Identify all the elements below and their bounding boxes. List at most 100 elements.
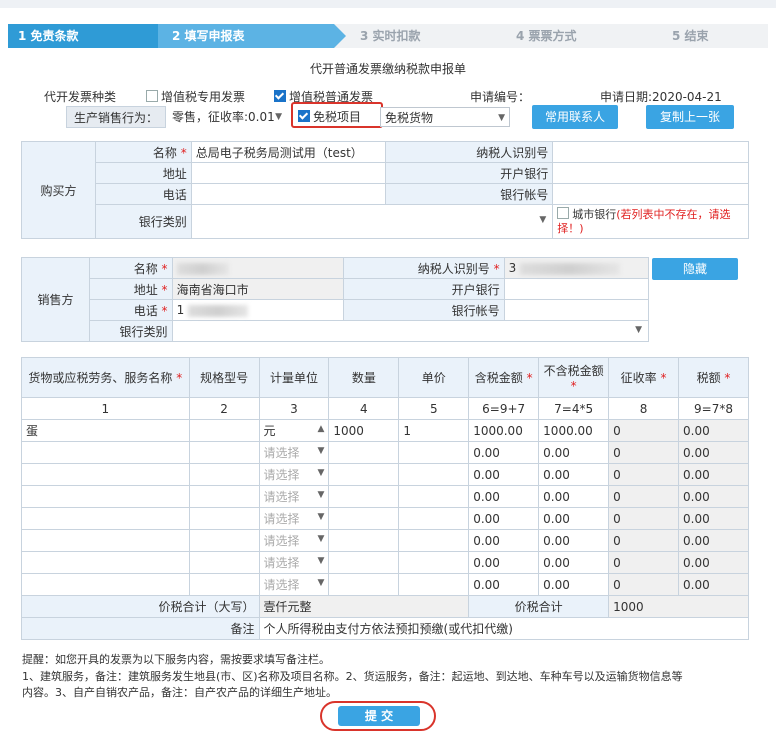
item-excl-field[interactable]: 0.00 [538, 463, 610, 486]
item-incl-field[interactable]: 1000.00 [468, 419, 540, 442]
item-unit-select[interactable]: 请选择 ▼ [258, 441, 330, 464]
seller-taxid-label: 纳税人识别号 * [342, 257, 505, 279]
item-incl-field[interactable]: 0.00 [468, 529, 540, 552]
item-price-field[interactable] [398, 441, 470, 464]
item-excl-field[interactable]: 0.00 [538, 441, 610, 464]
item-price-field[interactable] [398, 507, 470, 530]
item-incl-field[interactable]: 0.00 [468, 441, 540, 464]
note-line: 1、建筑服务，备注：建筑服务发生地县(市、区)名称及项目名称。2、货运服务，备注… [22, 670, 683, 683]
seller-name-label: 名称 * [89, 257, 173, 279]
seller-bank-type-select[interactable]: ▼ [171, 320, 650, 342]
table-row: 请选择 ▼ 0.00 0.00 0 0.00 [21, 551, 749, 574]
seller-account-field[interactable] [503, 299, 650, 321]
item-excl-field[interactable]: 0.00 [538, 551, 610, 574]
item-unit-select[interactable]: 请选择 ▼ [258, 529, 330, 552]
apply-number-label: 申请编号： [470, 90, 531, 104]
step-3-label: 3 实时扣款 [360, 29, 421, 43]
buyer-account-label: 银行帐号 [384, 183, 554, 205]
chevron-up-icon: ▲ [317, 424, 325, 434]
seller-phone-field[interactable]: 1 [171, 299, 344, 321]
item-qty-field[interactable] [328, 573, 400, 596]
common-contacts-button[interactable]: 常用联系人 [532, 105, 618, 129]
item-spec-field[interactable] [188, 507, 260, 530]
item-unit-select[interactable]: 请选择 ▼ [258, 485, 330, 508]
col-header-unit: 计量单位 [258, 357, 330, 398]
buyer-bank-field[interactable] [552, 162, 749, 184]
index-cell: 6=9+7 [468, 397, 540, 420]
item-incl-field[interactable]: 0.00 [468, 507, 540, 530]
item-qty-field[interactable] [328, 507, 400, 530]
item-incl-field[interactable]: 0.00 [468, 551, 540, 574]
buyer-bank-type-select[interactable]: ▼ [190, 204, 554, 239]
item-spec-field[interactable] [188, 529, 260, 552]
item-spec-field[interactable] [188, 573, 260, 596]
item-qty-field[interactable] [328, 529, 400, 552]
city-bank-checkbox[interactable] [557, 207, 570, 219]
sale-behavior-select[interactable]: 零售，征收率:0.01 ▼ [168, 107, 286, 127]
item-price-field[interactable] [398, 573, 470, 596]
buyer-phone-label: 电话 [94, 183, 192, 205]
chevron-down-icon: ▼ [317, 578, 325, 588]
chevron-down-icon: ▼ [539, 215, 547, 225]
item-unit-select[interactable]: 请选择 ▼ [258, 573, 330, 596]
item-excl-field[interactable]: 0.00 [538, 529, 610, 552]
special-invoice-label: 增值税专用发票 [161, 90, 246, 104]
chevron-down-icon: ▼ [317, 534, 325, 544]
item-qty-field[interactable] [328, 463, 400, 486]
item-qty-field[interactable] [328, 551, 400, 574]
item-excl-field[interactable]: 0.00 [538, 485, 610, 508]
item-unit-select[interactable]: 请选择 ▼ [258, 463, 330, 486]
item-incl-field[interactable]: 0.00 [468, 573, 540, 596]
item-excl-field[interactable]: 1000.00 [538, 419, 610, 442]
seller-bank-field[interactable] [503, 278, 650, 300]
item-price-field[interactable]: 1 [398, 419, 470, 442]
normal-invoice-checkbox[interactable] [274, 90, 286, 102]
item-qty-field[interactable] [328, 485, 400, 508]
item-unit-select[interactable]: 元 ▲ [258, 419, 330, 442]
item-price-field[interactable] [398, 551, 470, 574]
seller-name-field [171, 257, 344, 279]
col-header-rate: 征收率 * [608, 357, 680, 398]
exempt-type-select[interactable]: 免税货物 ▼ [380, 107, 510, 127]
buyer-address-field[interactable] [190, 162, 386, 184]
item-price-field[interactable] [398, 463, 470, 486]
city-bank-option[interactable]: 城市银行(若列表中不存在，请选择！) [552, 204, 749, 239]
item-name-field[interactable] [21, 441, 190, 464]
special-invoice-option[interactable]: 增值税专用发票 [146, 88, 245, 105]
item-unit-select[interactable]: 请选择 ▼ [258, 507, 330, 530]
item-name-field[interactable] [21, 507, 190, 530]
item-name-field[interactable] [21, 463, 190, 486]
item-name-field[interactable] [21, 485, 190, 508]
chevron-down-icon: ▼ [317, 556, 325, 566]
item-name-field[interactable] [21, 573, 190, 596]
col-header-name: 货物或应税劳务、服务名称 * [21, 357, 190, 398]
item-qty-field[interactable] [328, 441, 400, 464]
hide-button[interactable]: 隐藏 [652, 258, 738, 280]
item-name-field[interactable]: 蛋 [21, 419, 190, 442]
item-spec-field[interactable] [188, 551, 260, 574]
item-excl-field[interactable]: 0.00 [538, 507, 610, 530]
table-row: 请选择 ▼ 0.00 0.00 0 0.00 [21, 485, 749, 508]
item-spec-field[interactable] [188, 485, 260, 508]
item-qty-field[interactable]: 1000 [328, 419, 400, 442]
item-incl-field[interactable]: 0.00 [468, 463, 540, 486]
item-spec-field[interactable] [188, 463, 260, 486]
item-spec-field[interactable] [188, 419, 260, 442]
special-invoice-checkbox[interactable] [146, 90, 158, 102]
item-rate-field: 0 [608, 441, 680, 464]
item-price-field[interactable] [398, 529, 470, 552]
buyer-phone-field[interactable] [190, 183, 386, 205]
item-unit-select[interactable]: 请选择 ▼ [258, 551, 330, 574]
item-name-field[interactable] [21, 551, 190, 574]
buyer-taxid-field[interactable] [552, 141, 749, 163]
buyer-account-field[interactable] [552, 183, 749, 205]
item-price-field[interactable] [398, 485, 470, 508]
item-excl-field[interactable]: 0.00 [538, 573, 610, 596]
remark-field[interactable]: 个人所得税由支付方依法预扣预缴(或代扣代缴) [258, 617, 750, 640]
item-spec-field[interactable] [188, 441, 260, 464]
item-incl-field[interactable]: 0.00 [468, 485, 540, 508]
item-name-field[interactable] [21, 529, 190, 552]
buyer-name-field[interactable]: 总局电子税务局测试用（test） [190, 141, 386, 163]
copy-previous-button[interactable]: 复制上一张 [646, 105, 734, 129]
redacted-name [176, 262, 229, 275]
